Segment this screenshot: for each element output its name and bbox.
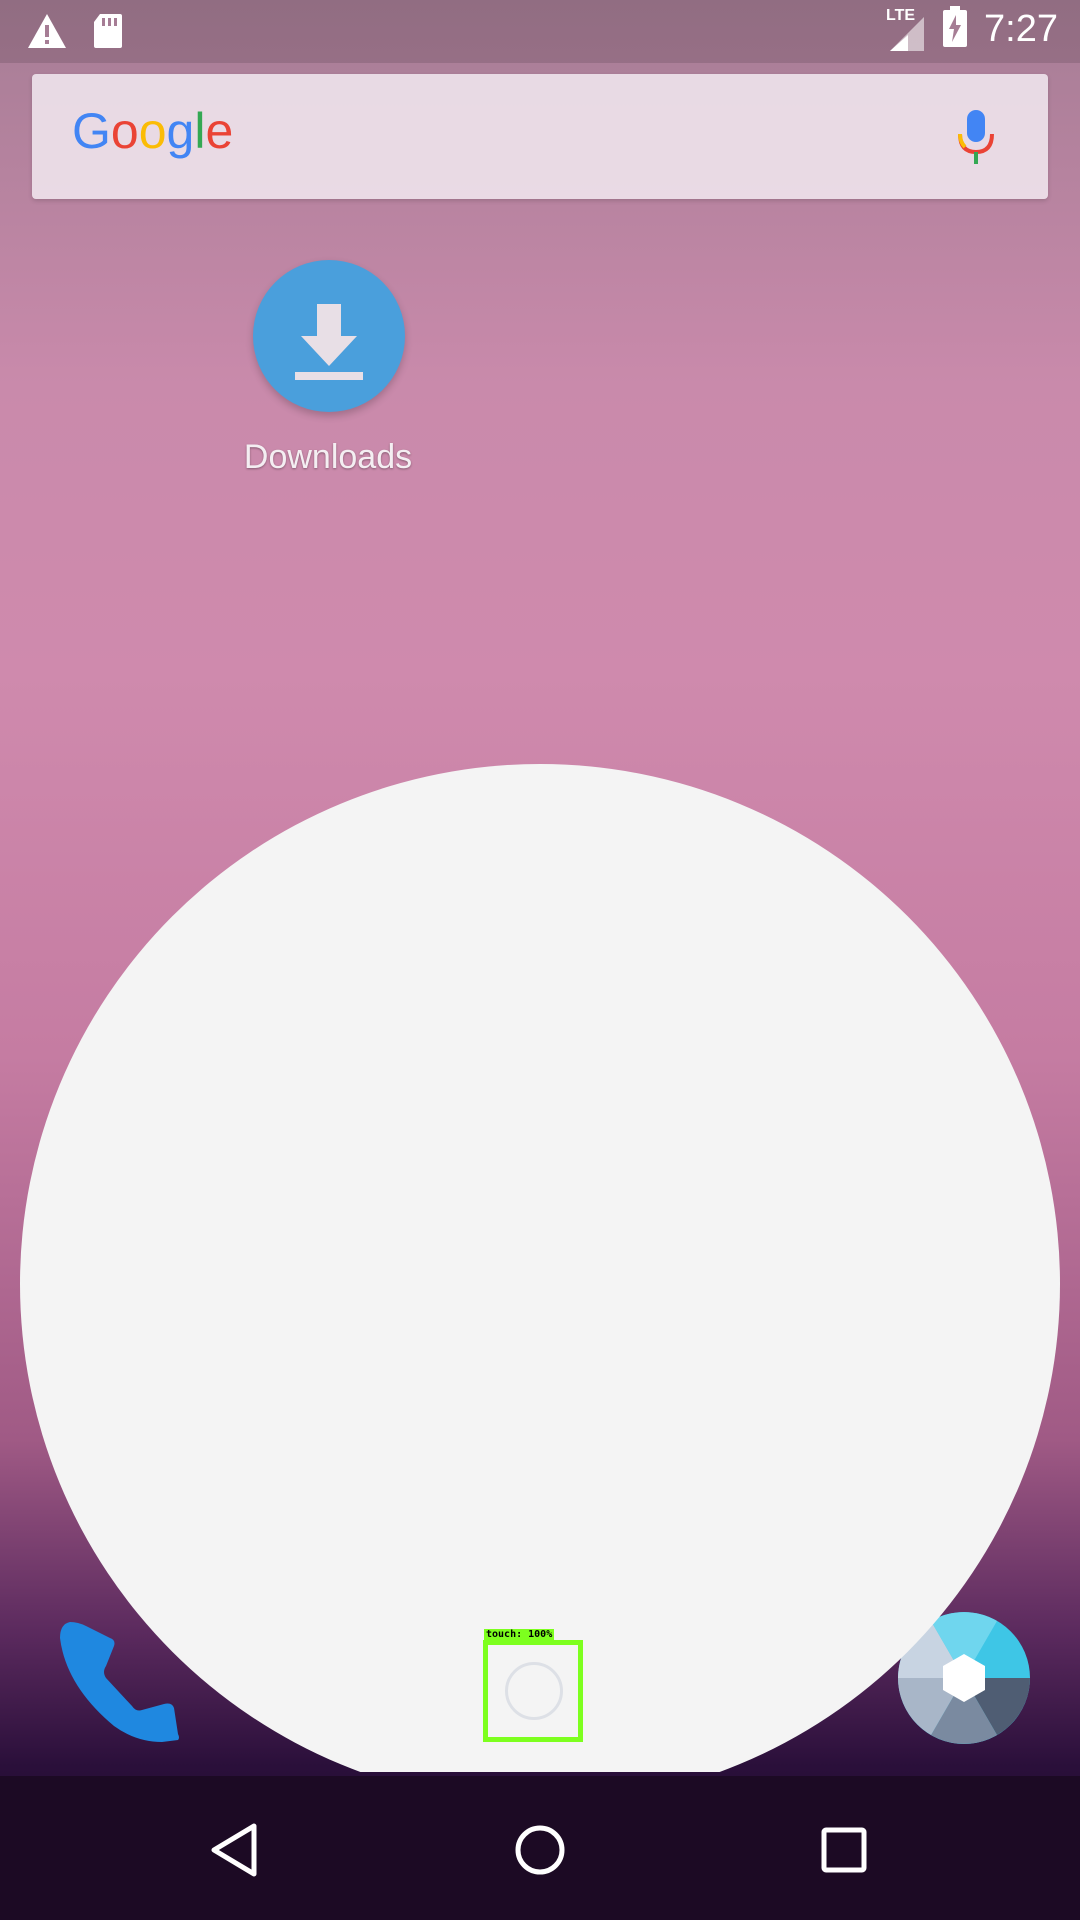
google-logo-letter: G	[72, 103, 111, 159]
sd-card-icon	[92, 12, 124, 55]
google-logo-letter: o	[110, 103, 139, 159]
google-logo-letter: l	[194, 103, 206, 159]
status-bar: LTE 7:27	[0, 0, 1080, 63]
recents-icon[interactable]	[804, 1810, 884, 1890]
touch-indicator-label: touch: 100%	[484, 1629, 555, 1641]
battery-charging-icon	[942, 6, 968, 53]
google-logo-letter: o	[138, 103, 167, 159]
mic-icon[interactable]	[956, 108, 996, 168]
google-logo: Google	[72, 102, 233, 160]
navigation-bar	[0, 1776, 1080, 1920]
clock: 7:27	[984, 8, 1058, 50]
google-logo-letter: g	[166, 103, 195, 159]
app-label: Downloads	[243, 438, 413, 476]
google-logo-letter: e	[205, 103, 234, 159]
google-search-bar[interactable]: Google	[32, 74, 1048, 199]
home-icon[interactable]	[500, 1810, 580, 1890]
app-downloads[interactable]: Downloads	[238, 260, 418, 490]
signal-icon: LTE	[886, 7, 926, 53]
download-icon	[253, 260, 405, 412]
touch-indicator-box	[483, 1640, 583, 1742]
touch-ripple-overlay	[20, 764, 1060, 1772]
warning-icon	[26, 12, 68, 55]
back-icon[interactable]	[196, 1810, 276, 1890]
